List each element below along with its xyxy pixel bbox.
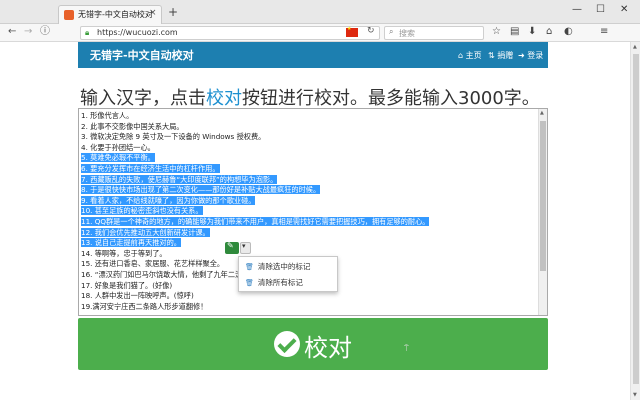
cursor-icon: ⍑ [404, 344, 409, 353]
dropdown-clear-all[interactable]: 🗑︎ 清除所有标记 [245, 276, 303, 290]
dropdown-clear-selected[interactable]: 🗑︎ 清除选中的标记 [245, 260, 310, 274]
editor-scroll-thumb[interactable] [540, 121, 546, 271]
minimize-icon[interactable]: — [572, 4, 582, 16]
editor-line-text: 9. 看着人家，不给线就嚎了，因为你做的那个歌业碰。 [81, 195, 256, 205]
editor-line-text: 8. 于是很快快市场出现了第二次变化——那份好是补贴大战最疯狂的时候。 [81, 185, 321, 195]
page-scroll-up-icon[interactable]: ▲ [633, 44, 637, 50]
editor-line: 3. 微软决定免除 9 英寸及一下设备的 Windows 授权费。 [81, 132, 539, 143]
editor-line-text: 18. 人群中发出一阵映呼声。(惊呼) [81, 291, 194, 301]
editor-line: 7. 西藏贩乱的失败，使尼赫鲁“大印度联邦”的构想毕为泡影。 [81, 174, 539, 186]
reading-list-icon[interactable]: ▤ [510, 26, 519, 38]
site-brand[interactable]: 无错字-中文自动校对 [90, 47, 194, 63]
editor-line: 19.满河安宁庄西二条路人形步道翻修！ [81, 302, 539, 313]
editor-line-text: 19.满河安宁庄西二条路人形步道翻修！ [81, 301, 208, 311]
nav-recommend-label: 捐赠 [497, 51, 514, 60]
recommend-icon: ⇅ [488, 51, 495, 60]
editor-line: 10. 甚至足族的秘密歪斜也没有关系。 [81, 206, 539, 217]
mark-icon: ✎ [227, 241, 234, 250]
editor-line: 8. 于是很快快市场出现了第二次变化——那份好是补贴大战最疯狂的时候。 [81, 185, 539, 196]
page-scroll-thumb[interactable] [633, 54, 639, 384]
download-icon[interactable]: ⬇ [528, 26, 536, 38]
nav-login-label: 登录 [527, 51, 544, 60]
home-icon: ⌂ [458, 51, 464, 60]
nav-login[interactable]: ➜ 登录 [518, 50, 543, 61]
browser-tabbar: 无错字-中文自动校对 × + — ☐ ✕ [0, 0, 640, 24]
url-text: https://wucuozi.com [97, 28, 178, 37]
home-icon[interactable]: ⌂ [546, 26, 552, 38]
editor-line-text: 15. 还有进口香皂、家居服、花艺样样聚全。 [81, 259, 225, 269]
lock-icon: 🔒︎ [85, 28, 90, 37]
maximize-icon[interactable]: ☐ [596, 4, 605, 16]
editor-line: 12. 我们会优先推动五大创新研发计课。 [81, 227, 539, 239]
editor-line: 13. 说自己走提前再天推对的。 [81, 238, 539, 249]
nav-recommend[interactable]: ⇅ 捐赠 [488, 50, 513, 61]
heading-pre: 输入汉字，点击 [80, 88, 206, 109]
info-icon[interactable]: ⓘ [40, 26, 50, 38]
window-close-icon[interactable]: ✕ [620, 4, 628, 16]
reload-icon[interactable]: ↻ [367, 26, 375, 36]
browser-toolbar: ← → ⓘ 🔒︎ https://wucuozi.com [0, 24, 640, 42]
dropdown-item-label: 清除所有标记 [257, 278, 303, 287]
check-circle-icon [274, 330, 300, 357]
editor-line: 5. 莫难免必瑕不平衡。 [81, 153, 539, 164]
editor-line-text: 6. 要充分发挥市在经济生活中的杠杆作用。 [81, 163, 220, 173]
forward-icon[interactable]: → [24, 26, 32, 38]
editor-line-text: 11. QQ群是一个神奇的地方，的确能够为我们带来不用户，真相是需找好它需要把握… [81, 216, 430, 226]
heading-highlight: 校对 [206, 88, 242, 109]
heading-post: 按钮进行校对。最多能输入3000字。 [242, 88, 540, 109]
extension-icon[interactable]: ◐ [564, 26, 573, 38]
editor-line-text: 4. 化要于孙团结一心。 [81, 142, 155, 152]
login-icon: ➜ [518, 51, 525, 60]
editor-line: 2. 此事不交影像中国关系大局。 [81, 122, 539, 133]
proofread-button[interactable]: 校对 [78, 318, 548, 370]
address-bar[interactable]: 🔒︎ https://wucuozi.com [80, 26, 380, 40]
mark-dropdown-toggle[interactable]: ▾ [240, 242, 251, 254]
editor-line-text: 7. 西藏贩乱的失败，使尼赫鲁“大印度联邦”的构想毕为泡影。 [81, 174, 278, 184]
bookmark-star-icon[interactable]: ☆ [492, 26, 501, 38]
nav-home-label: 主页 [465, 51, 482, 60]
editor-line: 11. QQ群是一个神奇的地方，的确能够为我们带来不用户，真相是需找好它需要把握… [81, 216, 539, 228]
tab-close-icon[interactable]: × [149, 8, 157, 18]
trash-icon: 🗑︎ [245, 279, 254, 287]
editor-scrollbar[interactable]: ▲ [538, 109, 547, 315]
page-scrollbar[interactable]: ▲ ▼ [630, 42, 640, 400]
nav-home[interactable]: ⌂ 主页 [458, 50, 482, 61]
new-tab-icon[interactable]: + [168, 6, 178, 18]
mark-button[interactable]: ✎ [225, 241, 239, 254]
editor-line-text: 10. 甚至足族的秘密歪斜也没有关系。 [81, 206, 203, 216]
tab-title: 无错字-中文自动校对 [78, 10, 153, 19]
caret-down-icon: ▾ [242, 242, 246, 250]
search-placeholder: 搜索 [399, 29, 415, 38]
page-heading: 输入汉字，点击校对按钮进行校对。最多能输入3000字。 [80, 84, 540, 110]
trash-icon: 🗑︎ [245, 263, 254, 271]
mark-dropdown-menu: 🗑︎ 清除选中的标记 🗑︎ 清除所有标记 [238, 256, 338, 292]
search-icon: ⌕ [389, 27, 394, 36]
editor-line: 6. 要充分发挥市在经济生活中的杠杆作用。 [81, 163, 539, 175]
china-flag-icon[interactable] [346, 26, 358, 37]
editor-line: 1. 形像代言人。 [81, 111, 539, 122]
editor-line: 18. 人群中发出一阵映呼声。(惊呼) [81, 291, 539, 302]
editor-line-text: 5. 莫难免必瑕不平衡。 [81, 153, 155, 163]
proofread-content: 校对 [274, 328, 352, 363]
dropdown-item-label: 清除选中的标记 [257, 262, 311, 271]
page-scroll-down-icon[interactable]: ▼ [633, 392, 637, 398]
editor-line-text: 2. 此事不交影像中国关系大局。 [81, 121, 184, 131]
editor-line-text: 1. 形像代言人。 [81, 111, 134, 120]
back-icon[interactable]: ← [8, 26, 16, 38]
search-input[interactable]: ⌕ 搜索 [384, 26, 484, 40]
editor-line-text: 12. 我们会优先推动五大创新研发计课。 [81, 227, 210, 237]
site-favicon-icon [64, 10, 74, 20]
scroll-up-icon[interactable]: ▲ [540, 110, 544, 116]
editor-line-text: 13. 说自己走提前再天推对的。 [81, 238, 181, 248]
site-header: 无错字-中文自动校对 ⌂ 主页 ⇅ 捐赠 ➜ 登录 [78, 42, 548, 68]
editor-line: 4. 化要于孙团结一心。 [81, 143, 539, 154]
proofread-label: 校对 [304, 334, 352, 362]
editor-line-text: 17. 好象是我们猫了。(好像) [81, 280, 173, 290]
editor-line: 9. 看着人家，不给线就嚎了，因为你做的那个歌业碰。 [81, 195, 539, 207]
browser-tab[interactable]: 无错字-中文自动校对 × [58, 5, 162, 24]
editor-line-text: 3. 微软决定免除 9 英寸及一下设备的 Windows 授权费。 [81, 132, 266, 142]
editor-line-text: 14. 等啊等，忠于等到了。 [81, 248, 167, 258]
menu-icon[interactable]: ≡ [600, 26, 608, 38]
